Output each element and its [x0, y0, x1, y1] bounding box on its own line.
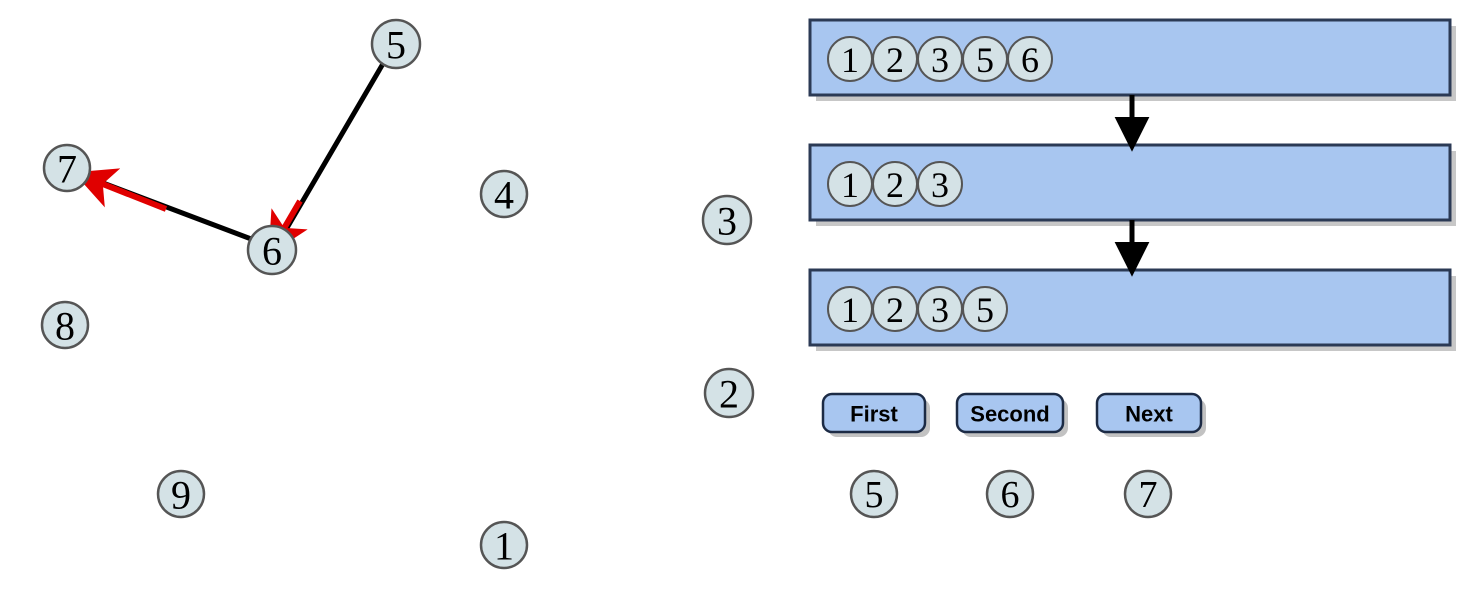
button-label: First — [850, 402, 898, 427]
step-marker-2: 2 — [703, 367, 755, 419]
queue-row-1[interactable]: 12356 — [808, 18, 1456, 101]
queue-visualization: 32 1 2 3 5 61 2 31 2 3 5 First Second Next 567 — [701, 18, 1456, 519]
item-label: 3 — [931, 40, 949, 80]
queue-item-5[interactable]: 5 — [962, 36, 1008, 82]
marker-label: 2 — [719, 372, 739, 417]
queue-item-3[interactable]: 3 — [917, 286, 963, 332]
queue-item-1[interactable]: 1 — [827, 286, 873, 332]
second-button[interactable]: Second — [955, 392, 1068, 437]
item-label: 1 — [841, 165, 859, 205]
button-node-labels: 5 6 7 — [849, 469, 1173, 519]
button-label: Next — [1125, 402, 1173, 427]
item-label: 2 — [886, 165, 904, 205]
queue-item-2[interactable]: 2 — [872, 161, 918, 207]
queue-item-5[interactable]: 5 — [962, 286, 1008, 332]
marker-label: 3 — [717, 199, 737, 244]
step-marker-3: 3 — [701, 194, 753, 246]
queue-rows: 1 2 3 5 61 2 31 2 3 5 — [808, 18, 1456, 351]
queue-item-2[interactable]: 2 — [872, 36, 918, 82]
item-label: 3 — [931, 290, 949, 330]
button-label: Second — [970, 402, 1049, 427]
queue-item-1[interactable]: 1 — [827, 161, 873, 207]
queue-item-3[interactable]: 3 — [917, 161, 963, 207]
screenshot-root: 5764891 32 123561231235 First Second Next … — [0, 0, 1470, 590]
queue-item-3[interactable]: 3 — [917, 36, 963, 82]
button-node-label: 5 — [865, 474, 884, 516]
queue-item-1[interactable]: 1 — [827, 36, 873, 82]
queue-row-3[interactable]: 1235 — [808, 268, 1456, 351]
button-node-label: 6 — [1001, 474, 1020, 516]
item-label: 5 — [976, 290, 994, 330]
item-label: 1 — [841, 290, 859, 330]
button-node-7: 7 — [1123, 469, 1173, 519]
step-markers: 32 — [701, 194, 755, 419]
queue-item-2[interactable]: 2 — [872, 286, 918, 332]
button-node-6: 6 — [985, 469, 1035, 519]
item-label: 2 — [886, 40, 904, 80]
control-buttons: First Second Next — [821, 392, 1206, 437]
item-label: 3 — [931, 165, 949, 205]
next-button[interactable]: Next — [1095, 392, 1206, 437]
queue-row-2[interactable]: 123 — [808, 143, 1456, 226]
item-label: 1 — [841, 40, 859, 80]
button-node-label: 7 — [1139, 474, 1158, 516]
button-node-5: 5 — [849, 469, 899, 519]
first-button[interactable]: First — [821, 392, 930, 437]
item-label: 6 — [1021, 40, 1039, 80]
item-label: 5 — [976, 40, 994, 80]
item-label: 2 — [886, 290, 904, 330]
queue-item-6[interactable]: 6 — [1007, 36, 1053, 82]
